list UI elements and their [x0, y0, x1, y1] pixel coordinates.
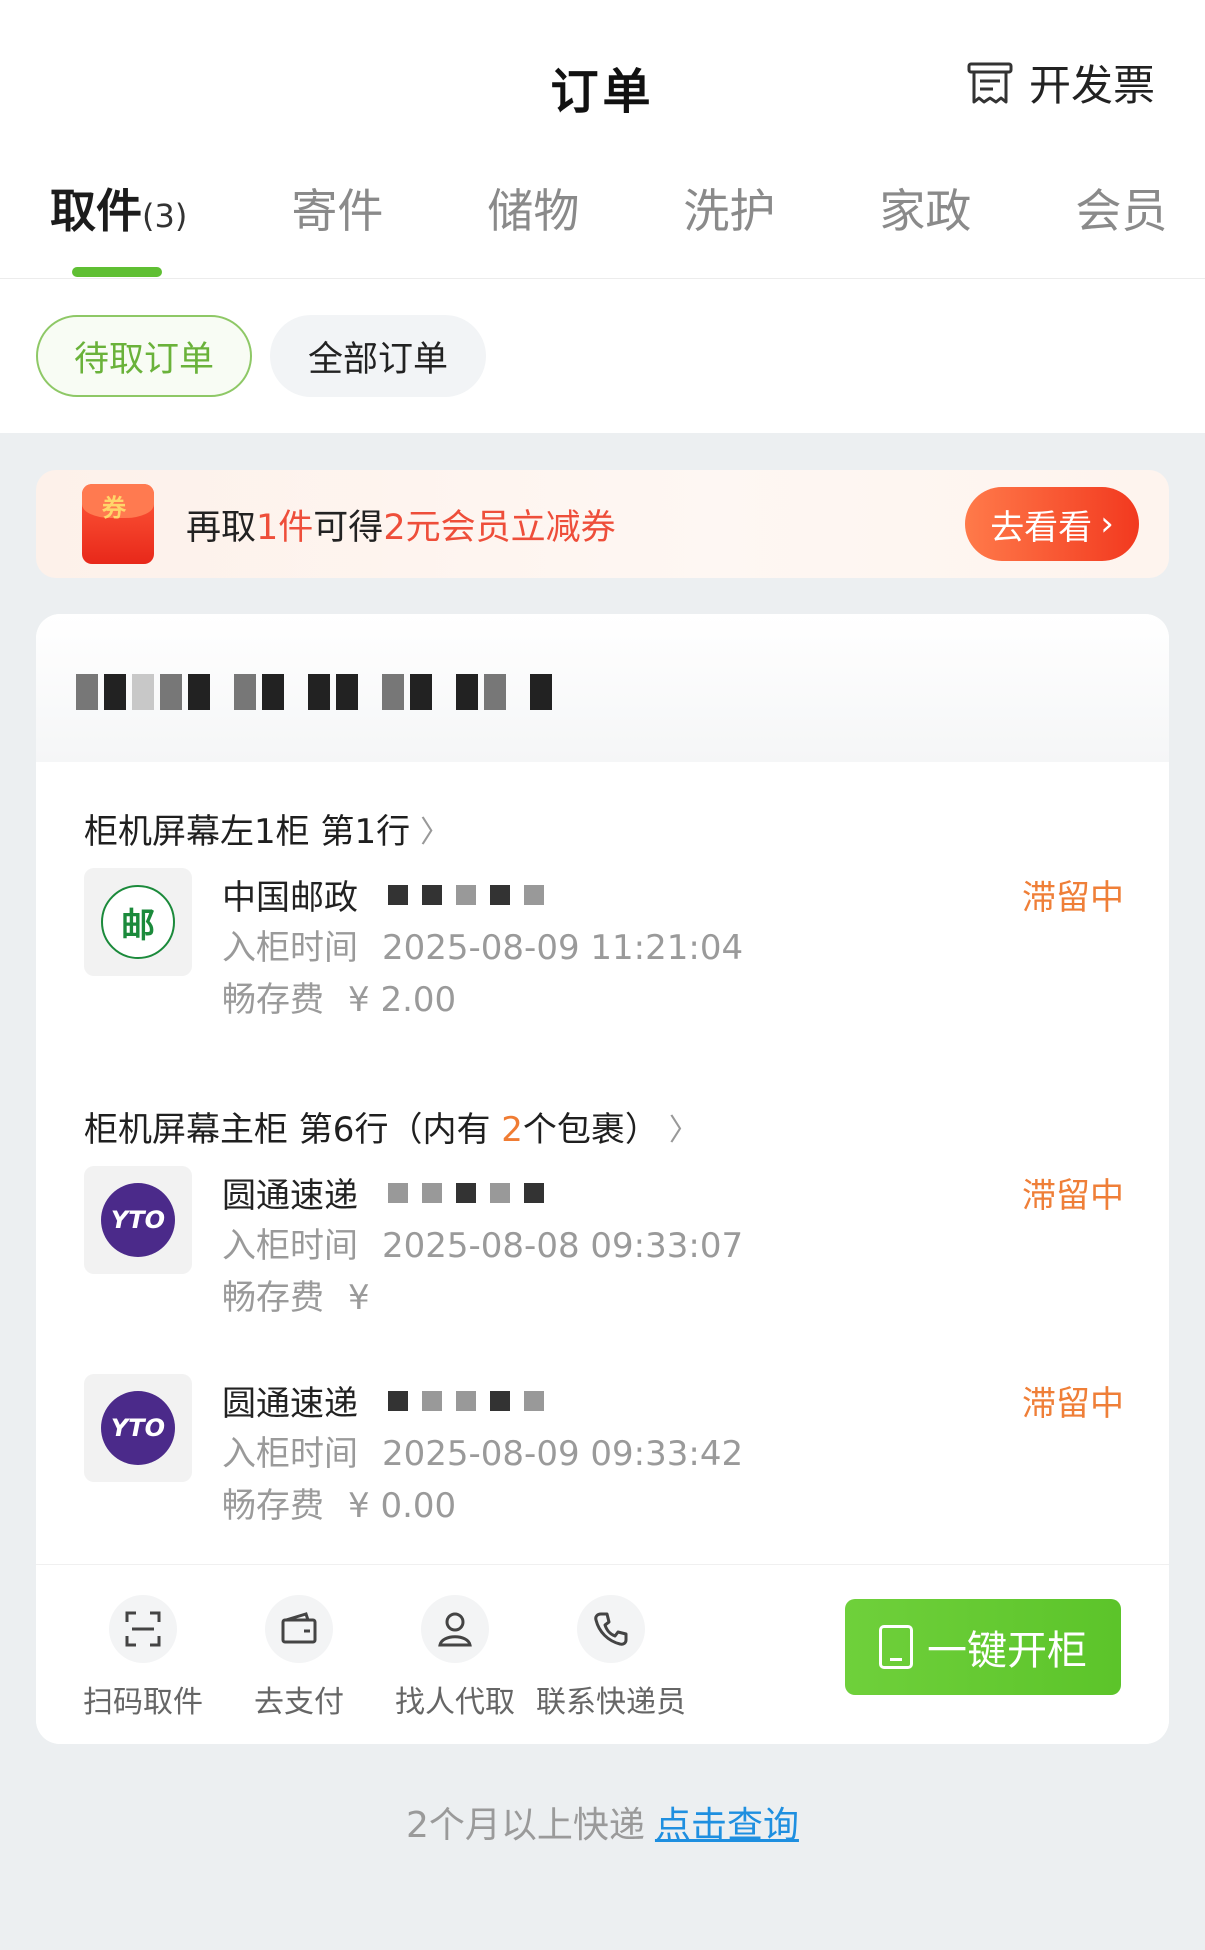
- order-tabs: 取件(3) 寄件 储物 洗护 家政 会员: [0, 175, 1205, 279]
- locker-location-1[interactable]: 柜机屏幕左1柜 第1行 〉: [84, 804, 450, 853]
- yto-icon: YTO: [101, 1183, 175, 1257]
- invoice-label: 开发票: [1028, 61, 1155, 110]
- scan-pickup-label: 扫码取件: [83, 1685, 203, 1720]
- proxy-pickup-button[interactable]: 找人代取: [380, 1595, 530, 1721]
- pay-button[interactable]: 去支付: [224, 1595, 374, 1721]
- ems-logo: 邮: [84, 868, 192, 976]
- ems-icon: 邮: [101, 885, 175, 959]
- tab-membership[interactable]: 会员: [1075, 175, 1167, 278]
- fee-label: 畅存费: [222, 1278, 324, 1318]
- carrier-name: 圆通速递: [222, 1384, 358, 1424]
- locker-icon: [879, 1625, 913, 1669]
- tab-housekeeping[interactable]: 家政: [879, 175, 971, 278]
- time-label: 入柜时间: [222, 1434, 358, 1474]
- tab-pickup[interactable]: 取件(3): [50, 175, 188, 278]
- promo-reward: 2元会员立减券: [383, 507, 616, 548]
- one-click-open-label: 一键开柜: [927, 1628, 1087, 1674]
- promo-banner[interactable]: 券 再取1件可得2元会员立减券 去看看 ›: [36, 470, 1169, 578]
- package-item[interactable]: YTO 圆通速递 入柜时间 2025-08-08 09:33:07 畅存费 ¥ 滞留…: [84, 1166, 1124, 1336]
- receipt-icon: [967, 62, 1013, 103]
- fee-label: 畅存费: [222, 980, 324, 1020]
- redacted-tracking: [388, 884, 544, 905]
- promo-go-label: 去看看: [990, 507, 1093, 548]
- footer-query-link[interactable]: 点击查询: [655, 1805, 799, 1846]
- promo-mid: 可得: [313, 507, 384, 548]
- time-value: 2025-08-08 09:33:07: [382, 1226, 744, 1266]
- package-item[interactable]: 邮 中国邮政 入柜时间 2025-08-09 11:21:04 畅存费 ¥ 2.00…: [84, 868, 1124, 1038]
- fee-value: ¥ 0.00: [348, 1486, 457, 1526]
- card-actions: 扫码取件 去支付 找人代取 联系快递员 一键开柜: [36, 1564, 1169, 1744]
- tab-storage[interactable]: 储物: [487, 175, 579, 278]
- package-carrier: 圆通速递: [222, 1168, 544, 1217]
- promo-pre: 再取: [186, 507, 257, 548]
- filter-all-orders[interactable]: 全部订单: [270, 315, 486, 397]
- scan-pickup-button[interactable]: 扫码取件: [68, 1595, 218, 1721]
- active-tab-indicator: [72, 267, 162, 277]
- yto-logo: YTO: [84, 1374, 192, 1482]
- one-click-open-button[interactable]: 一键开柜: [845, 1599, 1121, 1695]
- filter-pending-orders[interactable]: 待取订单: [36, 315, 252, 397]
- yto-icon: YTO: [101, 1391, 175, 1465]
- locker-location-2-label: 柜机屏幕主柜 第6行（内有 2个包裹）: [84, 1102, 659, 1151]
- chevron-right-icon: 〉: [420, 814, 451, 850]
- chevron-right-icon: ›: [1100, 504, 1114, 544]
- redacted-tracking: [388, 1182, 544, 1203]
- top-panel: 订单 开发票 取件(3) 寄件 储物 洗护 家政 会员 待取订单 全部订单: [0, 0, 1205, 433]
- package-item[interactable]: YTO 圆通速递 入柜时间 2025-08-09 09:33:42 畅存费 ¥ 0.…: [84, 1374, 1124, 1544]
- tab-pickup-label: 取件: [50, 184, 142, 238]
- package-fee: 畅存费 ¥ 2.00: [222, 972, 456, 1021]
- person-icon: [421, 1595, 489, 1663]
- contact-courier-button[interactable]: 联系快递员: [536, 1595, 686, 1721]
- contact-courier-label: 联系快递员: [536, 1685, 686, 1720]
- carrier-name: 圆通速递: [222, 1176, 358, 1216]
- footer-text: 2个月以上快递: [406, 1805, 645, 1846]
- time-value: 2025-08-09 09:33:42: [382, 1434, 744, 1474]
- loc2-count: 2: [501, 1110, 523, 1150]
- order-filters: 待取订单 全部订单: [36, 315, 486, 397]
- redacted-tracking: [388, 1390, 544, 1411]
- fee-label: 畅存费: [222, 1486, 324, 1526]
- time-label: 入柜时间: [222, 1226, 358, 1266]
- pickup-card: 柜机屏幕左1柜 第1行 〉 邮 中国邮政 入柜时间 2025-08-09 11:2…: [36, 614, 1169, 1744]
- phone-icon: [577, 1595, 645, 1663]
- time-value: 2025-08-09 11:21:04: [382, 928, 744, 968]
- fee-value: ¥: [348, 1278, 370, 1318]
- tab-send[interactable]: 寄件: [291, 175, 383, 278]
- redacted-address: [76, 674, 552, 710]
- coupon-icon-text: 券: [102, 494, 126, 522]
- pay-label: 去支付: [254, 1685, 344, 1720]
- package-time: 入柜时间 2025-08-09 09:33:42: [222, 1426, 743, 1475]
- time-label: 入柜时间: [222, 928, 358, 968]
- tab-pickup-count: (3): [142, 197, 188, 235]
- package-time: 入柜时间 2025-08-09 11:21:04: [222, 920, 743, 969]
- yto-logo: YTO: [84, 1166, 192, 1274]
- status-badge: 滞留中: [1022, 1176, 1124, 1216]
- package-fee: 畅存费 ¥ 0.00: [222, 1478, 456, 1527]
- card-header-redacted: [36, 614, 1169, 762]
- proxy-pickup-label: 找人代取: [395, 1685, 515, 1720]
- package-carrier: 圆通速递: [222, 1376, 544, 1425]
- invoice-button[interactable]: 开发票: [965, 52, 1155, 113]
- promo-text: 再取1件可得2元会员立减券: [186, 499, 616, 550]
- wallet-icon: [265, 1595, 333, 1663]
- package-time: 入柜时间 2025-08-08 09:33:07: [222, 1218, 743, 1267]
- status-badge: 滞留中: [1022, 878, 1124, 918]
- package-fee: 畅存费 ¥: [222, 1270, 370, 1319]
- loc2-post: 个包裹）: [522, 1110, 659, 1150]
- locker-location-1-label: 柜机屏幕左1柜 第1行: [84, 812, 411, 852]
- tab-laundry[interactable]: 洗护: [683, 175, 775, 278]
- loc2-pre: 柜机屏幕主柜 第6行（内有: [84, 1110, 502, 1150]
- status-badge: 滞留中: [1022, 1384, 1124, 1424]
- package-carrier: 中国邮政: [222, 870, 544, 919]
- chevron-right-icon: 〉: [668, 1112, 699, 1148]
- promo-go-button[interactable]: 去看看 ›: [965, 487, 1139, 561]
- red-envelope-icon: 券: [82, 484, 154, 564]
- locker-location-2[interactable]: 柜机屏幕主柜 第6行（内有 2个包裹） 〉: [84, 1102, 699, 1151]
- fee-value: ¥ 2.00: [348, 980, 457, 1020]
- footer-query: 2个月以上快递 点击查询: [0, 1796, 1205, 1848]
- carrier-name: 中国邮政: [222, 878, 358, 918]
- promo-count: 1件: [256, 507, 314, 548]
- scan-icon: [109, 1595, 177, 1663]
